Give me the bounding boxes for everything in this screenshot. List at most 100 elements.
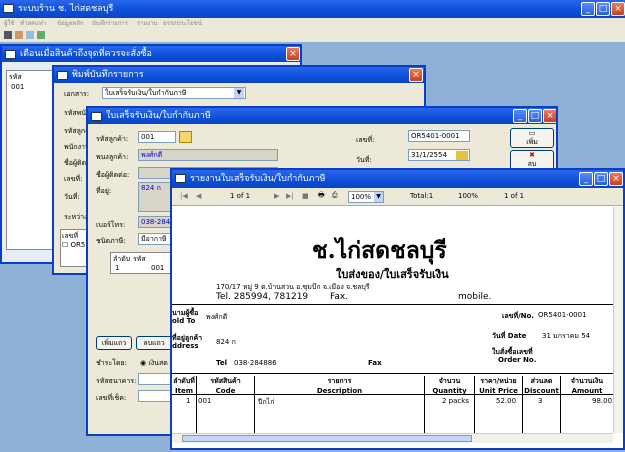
items-grid[interactable]: ลำดับ รหัส 1 001 <box>110 252 174 274</box>
next-page-icon[interactable]: ▶ <box>274 192 279 200</box>
report-close-button[interactable]: × <box>609 172 623 186</box>
receipt-date-label: วันที่ Date <box>492 332 527 340</box>
delete-row-button[interactable]: ลบแถว <box>136 336 172 350</box>
menu-report[interactable]: รายงาน <box>137 18 158 29</box>
address-label: ddress <box>172 342 199 350</box>
menu-1[interactable]: ทำสคแท่า <box>20 18 46 29</box>
list-item[interactable]: ☐ OR5 <box>62 241 85 249</box>
col-code-en: Code <box>215 387 236 395</box>
no-label: เลขที่: <box>64 175 83 183</box>
receipt-title: ใบเสร็จรับเงิน/ใบกำกับภาษี <box>106 111 211 121</box>
minimize-button[interactable]: _ <box>581 2 595 16</box>
emp-field: พงศ์กดี <box>138 149 278 161</box>
list-item-label: OR5 <box>70 241 86 249</box>
receipt-titlebar: ใบเสร็จรับเงิน/ใบกำกับภาษี _ □ × <box>88 108 556 124</box>
app-icon <box>3 4 14 13</box>
col-discount-th: ส่วนลด <box>530 377 553 385</box>
print-title: พิมพ์บันทึกรายการ <box>72 70 144 80</box>
close-button[interactable]: × <box>611 2 625 16</box>
receipt-close-button[interactable]: × <box>543 109 556 123</box>
chevron-down-icon[interactable]: ▼ <box>234 88 244 98</box>
col-unit-price-en: Unit Price <box>479 387 518 395</box>
prev-page-icon[interactable]: ◀ <box>196 192 201 200</box>
reorder-title: เตือนเมื่อสินค้าถึงจุดที่ควรจะสั่งซื้อ <box>20 49 152 59</box>
stop-icon[interactable]: ■ <box>302 192 309 200</box>
report-toolbar: |◀ ◀ 1 of 1 ▶ ▶| ■ 🖶 ⎙ 100% ▼ Total:1 100% 1 … <box>172 188 623 206</box>
grid-cell-seq[interactable]: 1 <box>115 264 119 272</box>
doc-type: ใบส่งของ/ใบเสร็จรับเงิน <box>336 268 449 281</box>
app-titlebar: ระบบร้าน ช. ไก่สดชลบุรี _ □ × <box>0 0 625 18</box>
bank-field[interactable] <box>138 373 172 385</box>
col-unit-price: ราคา/หน่วย Unit Price <box>474 376 522 396</box>
calendar-icon[interactable] <box>456 151 468 160</box>
reorder-list[interactable]: รหัส 001 <box>6 70 54 250</box>
doc-no-field[interactable]: OR5401-0001 <box>408 130 470 142</box>
print-icon[interactable]: 🖶 <box>318 191 325 202</box>
calc-icon[interactable] <box>37 31 45 39</box>
menu-record[interactable]: บันทึกรายการ <box>92 18 128 29</box>
edit-icon[interactable] <box>15 31 23 39</box>
pay-label: ชำระโดย: <box>96 359 127 367</box>
receipt-minimize-button[interactable]: _ <box>513 109 527 123</box>
col-discount-en: Discount <box>524 387 559 395</box>
report-titlebar: รายงานใบเสร็จรับเงิน/ใบกำกับภาษี _ □ × <box>172 170 623 188</box>
window-icon <box>175 174 186 183</box>
cheque-field[interactable] <box>138 390 172 402</box>
report-minimize-button[interactable]: _ <box>579 172 593 186</box>
doc-label: เอกสาร: <box>64 90 90 98</box>
cust-field[interactable]: 001 <box>138 131 176 143</box>
pay-cash-label: เงินสด <box>148 359 168 367</box>
cell-discount: 3 <box>538 397 543 405</box>
col-discount: ส่วนลด Discount <box>522 376 560 396</box>
print-close-button[interactable]: × <box>409 68 423 82</box>
reorder-close-button[interactable]: × <box>286 47 300 61</box>
col-description: รายการ Description <box>254 376 424 396</box>
print-icon[interactable] <box>4 31 12 39</box>
chevron-down-icon[interactable]: ▼ <box>374 192 383 202</box>
grid-col-code: รหัส <box>133 255 146 263</box>
zoom-select[interactable]: 100% ▼ <box>348 191 384 203</box>
report-maximize-button[interactable]: □ <box>594 172 608 186</box>
scroll-thumb[interactable] <box>182 435 472 442</box>
emp-label: พนงลูกค้า: <box>96 153 129 161</box>
pay-cash-radio[interactable]: ◉ เงินสด <box>140 358 168 369</box>
folder-icon[interactable] <box>26 31 34 39</box>
reorder-row[interactable]: 001 <box>11 83 24 91</box>
customer-tel: 038-284886 <box>234 359 277 367</box>
menu-bar: ผู้ใช้ ทำสคแท่า ข้อมูลหลัก บันทึกรายการ รายง… <box>0 18 625 29</box>
add-row-button[interactable]: เพิ่มแถว <box>96 336 132 350</box>
maximize-button[interactable]: □ <box>596 2 610 16</box>
folder-icon[interactable] <box>179 131 192 143</box>
print-titlebar: พิมพ์บันทึกรายการ × <box>54 67 424 83</box>
first-page-icon[interactable]: |◀ <box>180 192 188 200</box>
export-icon[interactable]: ⎙ <box>332 191 338 200</box>
menu-users[interactable]: ผู้ใช้ <box>4 18 15 29</box>
menu-utility[interactable]: อรรถประโยชน์ <box>163 18 202 29</box>
window-icon <box>5 50 16 59</box>
delete-button[interactable]: ✖ ลบ <box>510 150 554 170</box>
toolbar <box>0 29 625 42</box>
table-header: ลำดับที่ Item รหัสสินค้า Code รายการ Descri… <box>172 373 613 396</box>
col-item-en: Item <box>175 387 193 395</box>
doc-no-label: เลขที่: <box>356 136 375 144</box>
col-quantity: จำนวน Quantity <box>424 376 474 396</box>
add-button[interactable]: ▭ เพิ่ม <box>510 128 554 148</box>
last-page-icon[interactable]: ▶| <box>286 192 294 200</box>
grid-cell-code[interactable]: 001 <box>151 264 164 272</box>
col-code-th: รหัสสินค้า <box>210 377 241 385</box>
window-icon <box>91 112 102 121</box>
col-unit-price-th: ราคา/หน่วย <box>480 377 517 385</box>
cell-amount: 98.00 <box>592 397 613 405</box>
receipt-no: OR5401-0001 <box>538 311 587 319</box>
vertical-scrollbar[interactable] <box>613 207 623 433</box>
horizontal-scrollbar[interactable] <box>172 433 613 443</box>
shop-mobile: mobile. <box>458 292 492 302</box>
date-label: วันที่: <box>64 193 80 201</box>
doc-select[interactable]: ใบเสร็จรับเงิน/ใบกำกับภาษี ▼ <box>102 87 246 99</box>
menu-master[interactable]: ข้อมูลหลัก <box>57 18 84 29</box>
cheque-label: เลขที่เช็ค: <box>96 394 127 402</box>
receipt-maximize-button[interactable]: □ <box>528 109 542 123</box>
col-description-th: รายการ <box>327 377 352 385</box>
shop-name: ช.ไก่สดชลบุรี <box>312 237 447 264</box>
table-row: 1 001 ปีกไก่ 2 packs 52.00 3 98.00 <box>172 395 613 433</box>
